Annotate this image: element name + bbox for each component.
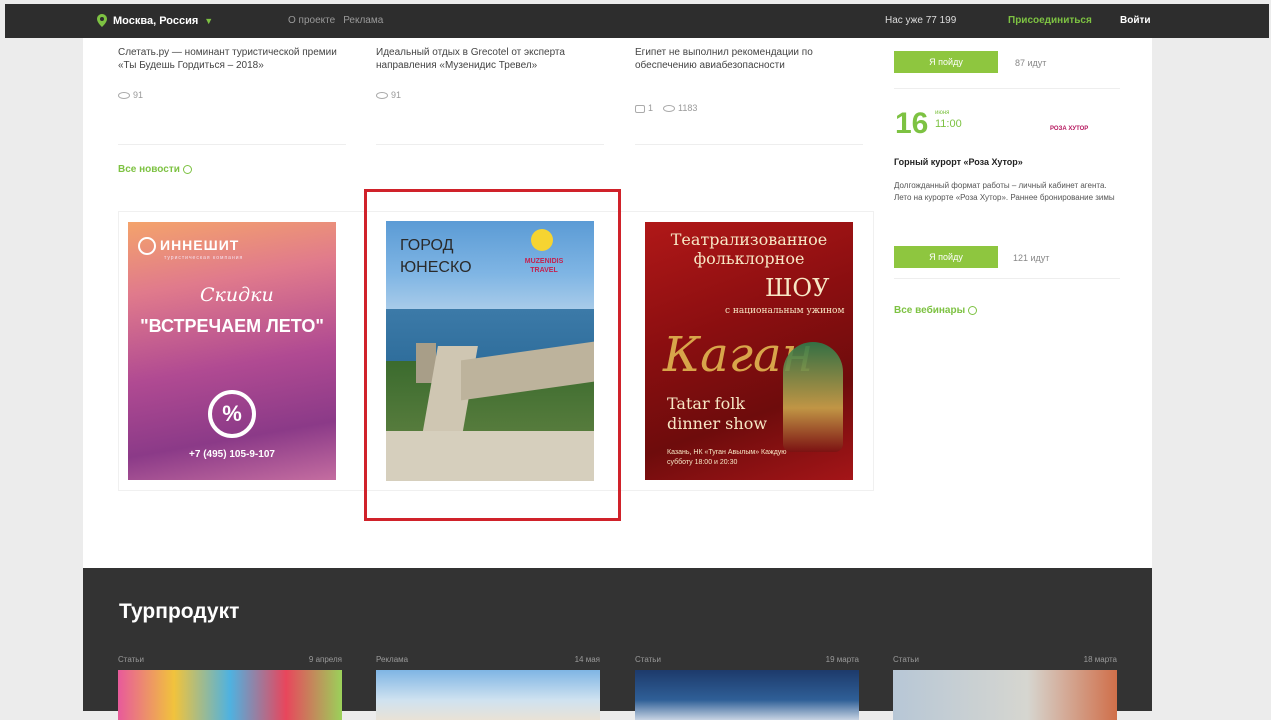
news-item[interactable]: Слетать.ру — номинант туристической прем… [118,46,346,145]
all-webinars-label: Все вебинары [894,305,966,316]
news-meta: 91 [118,90,346,100]
eye-icon [376,92,388,100]
card-image[interactable] [893,670,1117,720]
banner-show-word: ШОУ [765,274,830,302]
location-selector[interactable]: Москва, Россия ▼ [97,14,213,27]
banner-phone: +7 (495) 105-9-107 [189,449,275,460]
location-pin-icon [97,14,107,27]
news-meta: 1 1183 [635,103,863,113]
top-navbar: Москва, Россия ▼ О проекте Реклама Нас у… [5,4,1269,38]
divider [118,144,346,145]
webinar-time: 11:00 [935,118,962,130]
webinar-day: 16 [895,107,929,140]
card-date: 9 апреля [308,655,342,664]
product-card[interactable]: Статьи 9 апреля [118,655,342,720]
top-nav-links: О проекте Реклама [288,15,383,26]
card-type: Статьи [893,655,919,664]
webinar-month: июня [935,110,950,116]
arrow-circle-icon [968,305,978,315]
arrow-circle-icon [182,164,192,174]
login-link[interactable]: Войти [1120,15,1151,26]
card-type: Статьи [635,655,661,664]
product-card[interactable]: Статьи 18 марта [893,655,1117,720]
nav-about-link[interactable]: О проекте [288,15,335,26]
join-link[interactable]: Присоединиться [1008,15,1092,26]
banner-show-title: Театрализованное фольклорное [670,230,828,268]
banner-script-text: Скидки [200,284,274,306]
banner-show-sub: с национальным ужином [725,306,845,316]
card-image[interactable] [118,670,342,720]
all-news-label: Все новости [118,164,180,175]
card-date: 14 мая [574,655,600,664]
eye-icon [118,92,130,100]
webinar-attendees: 121 идут [1013,253,1050,263]
card-type: Реклама [376,655,409,664]
comment-icon [635,104,645,113]
news-comments: 1 [648,103,654,113]
banner-show-en: Tatar folk dinner show [667,394,768,433]
news-item[interactable]: Египет не выполнил рекомендации по обесп… [635,46,863,145]
banner-folk-show[interactable]: Театрализованное фольклорное ШОУ с нацио… [645,222,853,480]
news-views: 91 [391,90,402,100]
card-date: 18 марта [1083,655,1117,664]
logo-ring-icon [138,237,156,256]
news-views: 1183 [678,103,698,113]
card-date: 19 марта [825,655,859,664]
eye-icon [663,105,676,113]
member-count: Нас уже 77 199 [885,15,957,26]
divider [376,144,604,145]
banner-logo-text: ИННЕШИТ [160,237,240,253]
divider [894,88,1120,89]
webinar-partner-logo: РОЗА ХУТОР [1050,126,1089,132]
product-card[interactable]: Реклама 14 мая [376,655,600,720]
card-image[interactable] [376,670,600,720]
turproduct-section: Турпродукт Статьи 9 апреля Реклама 14 мая … [83,568,1152,720]
nav-ads-link[interactable]: Реклама [343,15,383,26]
divider [635,144,863,145]
webinar-title[interactable]: Горный курорт «Роза Хутор» [894,157,1023,167]
product-card[interactable]: Статьи 19 марта [635,655,859,720]
news-meta: 91 [376,90,604,100]
news-title[interactable]: Египет не выполнил рекомендации по обесп… [635,46,863,72]
news-title[interactable]: Идеальный отдых в Grecotel от эксперта н… [376,46,604,72]
banner-logo: ИННЕШИТ туристическая компания [138,237,243,261]
webinar-attend-button[interactable]: Я пойду [894,246,998,268]
webinar-attend-button[interactable]: Я пойду [894,51,998,73]
news-views: 91 [133,90,144,100]
chevron-down-icon: ▼ [204,15,214,26]
banner-logo-sub: туристическая компания [164,255,244,262]
webinar-attendees: 87 идут [1015,58,1047,68]
banner-show-venue: Казань, НК «Туган Авылым» Каждую субботу… [667,449,787,466]
card-image[interactable] [635,670,859,720]
percent-icon: % [208,390,256,438]
all-webinars-link[interactable]: Все вебинары [894,305,978,316]
webinar-description: Долгожданный формат работы – личный каби… [894,181,1115,202]
highlight-frame [364,189,621,521]
card-type: Статьи [118,655,144,664]
location-label: Москва, Россия [113,14,199,27]
news-title[interactable]: Слетать.ру — номинант туристической прем… [118,46,346,72]
all-news-link[interactable]: Все новости [118,164,192,175]
news-item[interactable]: Идеальный отдых в Grecotel от эксперта н… [376,46,604,145]
section-heading: Турпродукт [119,600,240,623]
divider [894,278,1120,279]
dancer-image [783,342,843,452]
banner-summer-sale[interactable]: ИННЕШИТ туристическая компания Скидки "ВС… [128,222,336,480]
banner-headline: "ВСТРЕЧАЕМ ЛЕТО" [140,316,324,336]
